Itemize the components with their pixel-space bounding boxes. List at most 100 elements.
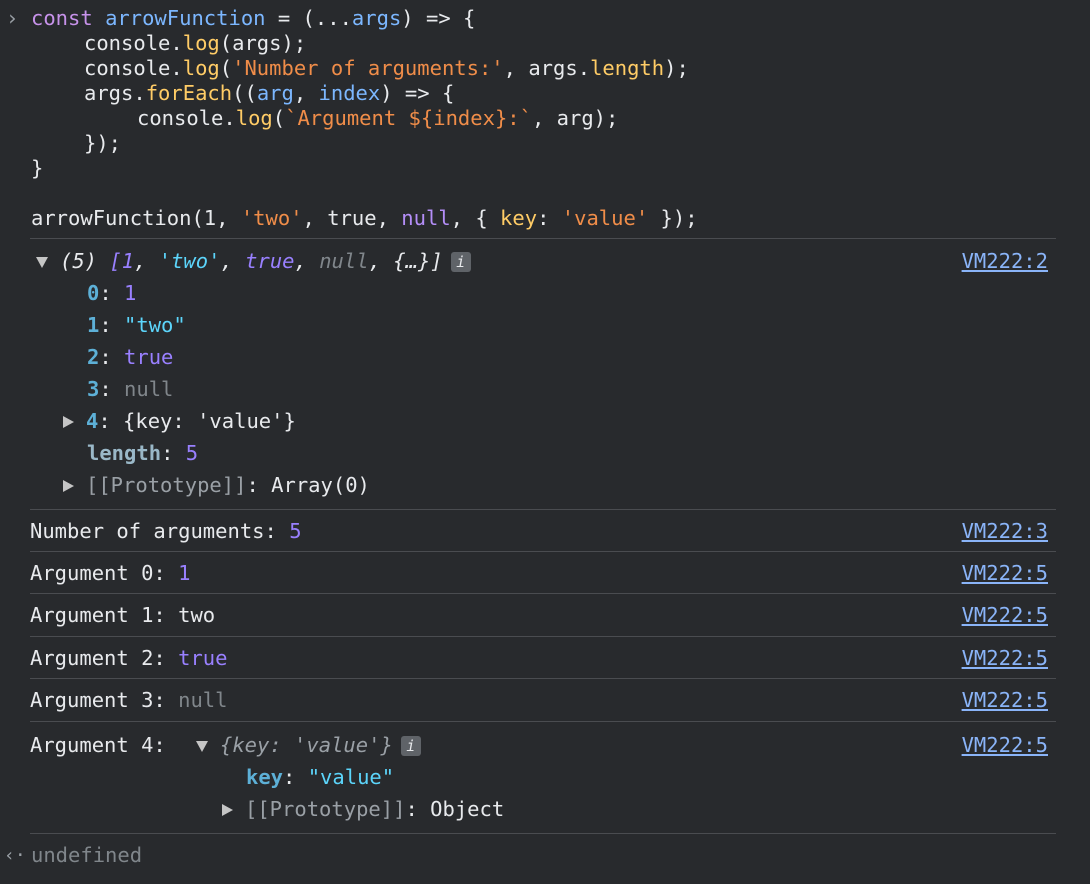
message-value: 1 <box>178 561 191 585</box>
separator <box>30 833 1056 834</box>
separator <box>30 721 1056 722</box>
code-token: . <box>170 56 183 80</box>
object-preview: {key: 'value'} <box>220 733 393 757</box>
code-token: `Argument ${index}:` <box>285 106 532 130</box>
array-preview-token: , <box>294 249 320 273</box>
entry-value: null <box>124 377 174 401</box>
code-token: , args. <box>503 56 591 80</box>
entry-key: key <box>246 765 284 789</box>
code-token: (args); <box>219 31 307 55</box>
array-length: length: 5 <box>87 441 199 465</box>
code-line-3: console.log('Number of arguments:', args… <box>84 56 689 81</box>
source-link[interactable]: VM222:5 <box>962 733 1048 758</box>
expand-triangle-icon[interactable] <box>63 416 74 428</box>
code-token: , { <box>450 206 501 230</box>
source-link[interactable]: VM222:5 <box>962 561 1048 586</box>
code-token: }); <box>648 206 698 230</box>
entry-key: length <box>87 441 162 465</box>
code-token: const <box>31 6 93 30</box>
code-token: key <box>500 206 538 230</box>
code-token: forEach <box>145 81 233 105</box>
code-token: : <box>537 206 562 230</box>
separator <box>30 593 1056 594</box>
array-entry: 1: "two" <box>87 313 186 337</box>
array-count: (5) <box>60 249 98 273</box>
separator <box>30 238 1056 239</box>
code-token: log <box>182 31 220 55</box>
code-token: 'two' <box>240 206 303 230</box>
message-label: Number of arguments: <box>30 519 290 543</box>
source-link[interactable]: VM222:2 <box>962 249 1048 274</box>
entry-value: 1 <box>124 281 137 305</box>
entry-key: 1 <box>87 313 100 337</box>
entry-key: 0 <box>87 281 100 305</box>
entry-value: true <box>124 345 174 369</box>
code-token: ) => { <box>380 81 455 105</box>
object-summary[interactable]: {key: 'value'} i <box>196 733 421 758</box>
message-label: Argument 2: <box>30 646 179 670</box>
array-entry: 2: true <box>87 345 174 369</box>
info-icon[interactable]: i <box>400 736 421 756</box>
console-message: Number of arguments: 5 <box>30 519 302 544</box>
array-summary[interactable]: (5) [1, 'two', true, null, {…}] i <box>36 249 471 274</box>
code-line-4: args.forEach((arg, index) => { <box>84 81 454 106</box>
code-token: args <box>84 81 134 105</box>
code-token: (( <box>232 81 257 105</box>
message-label: Argument 1: <box>30 603 179 627</box>
call-line: arrowFunction(1, 'two', true, null, { ke… <box>31 206 698 231</box>
code-token: arrowFunction <box>105 6 266 30</box>
code-token: , arg); <box>531 106 619 130</box>
expand-triangle-icon[interactable] <box>196 740 208 752</box>
array-object-entry[interactable]: 4: {key: 'value'} <box>63 409 296 434</box>
code-token: arg <box>256 81 294 105</box>
message-value: true <box>178 646 228 670</box>
entry-value: Object <box>430 797 505 821</box>
array-preview-token: true <box>245 249 295 273</box>
code-token: length <box>590 56 665 80</box>
message-label: Argument 0: <box>30 561 179 585</box>
source-link[interactable]: VM222:5 <box>962 646 1048 671</box>
entry-value: Array(0) <box>271 473 370 497</box>
array-prototype[interactable]: [[Prototype]]: Array(0) <box>63 473 370 498</box>
entry-value: 5 <box>185 441 199 465</box>
expand-triangle-icon[interactable] <box>36 256 48 268</box>
code-token: }); <box>84 131 122 155</box>
array-entry: 0: 1 <box>87 281 137 305</box>
array-preview-token: 'two' <box>158 249 221 273</box>
expand-triangle-icon[interactable] <box>222 804 233 816</box>
source-link[interactable]: VM222:5 <box>962 688 1048 713</box>
array-preview-token: , <box>220 249 246 273</box>
array-entry: 3: null <box>87 377 174 401</box>
console-message: Argument 1: two <box>30 603 215 628</box>
array-preview-token: , <box>368 249 394 273</box>
code-token: log <box>235 106 273 130</box>
array-preview-token: , <box>134 249 159 273</box>
code-token: . <box>223 106 236 130</box>
code-token: , <box>293 81 319 105</box>
code-line-2: console.log(args); <box>84 31 306 56</box>
expand-triangle-icon[interactable] <box>63 480 74 492</box>
code-token: console <box>137 106 224 130</box>
code-token: index <box>318 81 381 105</box>
message-label: Argument 3: <box>30 688 179 712</box>
code-token: 'value' <box>561 206 649 230</box>
result-value: undefined <box>31 843 143 867</box>
code-token: args <box>351 6 402 30</box>
entry-value: {key: 'value'} <box>123 409 296 433</box>
code-token: ( <box>219 56 233 80</box>
object-prototype[interactable]: [[Prototype]]: Object <box>222 797 504 822</box>
code-token: console <box>84 31 171 55</box>
code-token: console <box>84 56 171 80</box>
entry-key: [[Prototype]] <box>86 473 247 497</box>
entry-key: 4 <box>86 409 99 433</box>
code-token: . <box>170 31 183 55</box>
code-token: arrowFunction(1, <box>31 206 241 230</box>
source-link[interactable]: VM222:5 <box>962 603 1048 628</box>
separator <box>30 636 1056 637</box>
array-preview-token: ] <box>430 249 443 273</box>
info-icon[interactable]: i <box>450 252 471 272</box>
code-token: = (... <box>265 6 352 30</box>
console-message: Argument 2: true <box>30 646 227 671</box>
source-link[interactable]: VM222:3 <box>962 519 1048 544</box>
